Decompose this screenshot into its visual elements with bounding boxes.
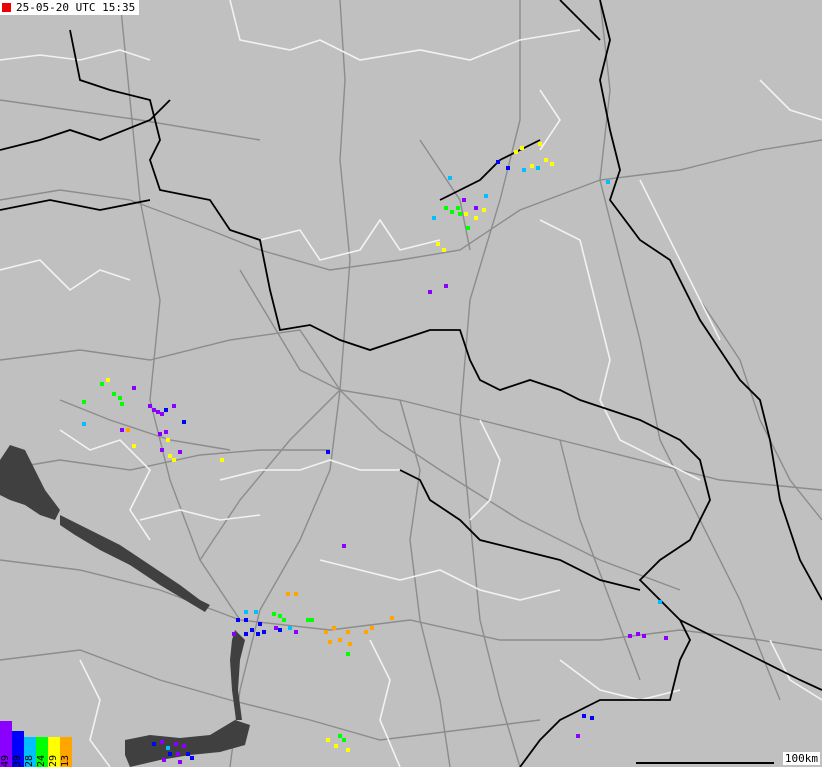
legend-swatch-5: 29	[48, 737, 60, 767]
legend-label-4: 24	[36, 754, 47, 767]
age-legend: 49 39 28 24 29 13	[0, 721, 72, 767]
legend-swatch-3: 28	[24, 737, 36, 767]
map-background	[0, 0, 822, 767]
lightning-map	[0, 0, 822, 767]
legend-label-6: 13	[60, 754, 71, 767]
legend-swatch-6: 13	[60, 737, 72, 767]
timestamp-header: 25-05-20 UTC 15:35	[0, 0, 140, 15]
legend-swatch-2: 39	[12, 731, 24, 767]
timestamp-text: 25-05-20 UTC 15:35	[16, 1, 136, 14]
scale-bar	[636, 762, 774, 764]
legend-swatch-1: 49	[0, 721, 12, 767]
legend-swatch-4: 24	[36, 737, 48, 767]
legend-label-3: 28	[24, 754, 35, 767]
legend-label-2: 39	[12, 754, 23, 767]
legend-label-5: 29	[48, 754, 59, 767]
status-indicator-icon	[2, 3, 11, 12]
legend-label-1: 49	[0, 754, 11, 767]
scale-label: 100km	[782, 752, 820, 765]
